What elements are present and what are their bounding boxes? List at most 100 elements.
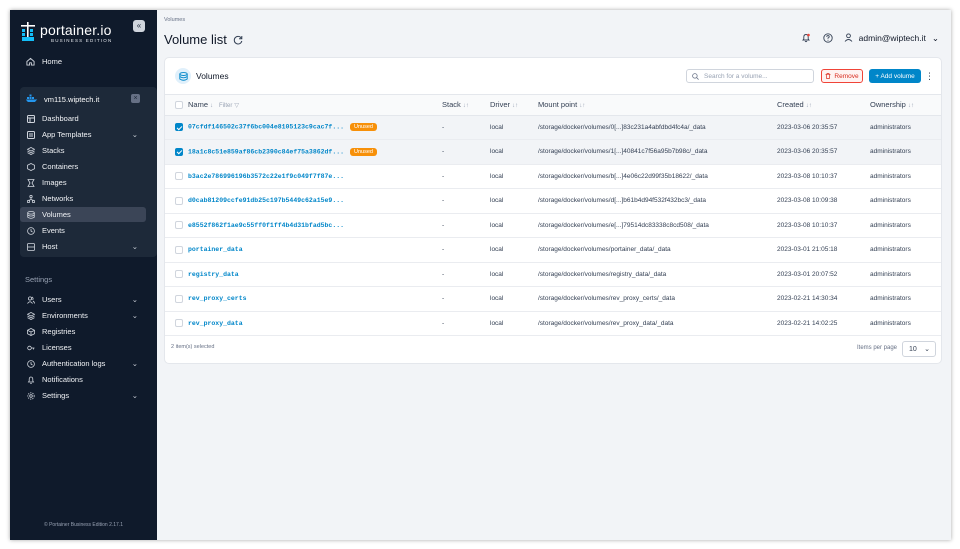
column-stack[interactable]: Stack ↓↑ (442, 95, 490, 116)
sidebar-item-environments[interactable]: Environments ⌄ (20, 308, 146, 323)
nav-home-label: Home (42, 57, 63, 66)
volume-name-link[interactable]: registry_data (188, 271, 239, 278)
selected-count: 2 item(s) selected (171, 344, 215, 350)
volume-name-link[interactable]: portainer_data (188, 246, 243, 253)
stack-cell: - (442, 164, 490, 189)
row-checkbox[interactable] (175, 123, 183, 132)
volume-name-link[interactable]: d0cab81209ccfe91db25c197b5449c62a15e9... (188, 197, 344, 204)
gear-icon (26, 391, 35, 400)
sidebar-item-events[interactable]: Events (20, 223, 146, 238)
sidebar-item-notifications[interactable]: Notifications (20, 372, 146, 387)
close-environment-button[interactable]: × (131, 94, 140, 103)
volume-name-link[interactable]: b3ac2e786996196b3572c22e1f9c049f7f87e... (188, 173, 344, 180)
sidebar-item-settings[interactable]: Settings ⌄ (20, 388, 146, 403)
sidebar-item-auth-logs[interactable]: Authentication logs ⌄ (20, 356, 146, 371)
sidebar-item-networks[interactable]: Networks (20, 191, 146, 206)
table-row[interactable]: d0cab81209ccfe91db25c197b5449c62a15e9...… (165, 188, 941, 214)
sidebar-item-images[interactable]: Images (20, 175, 146, 190)
driver-cell: local (490, 213, 538, 238)
sidebar: portainer.io BUSINESS EDITION « Home vm1… (10, 10, 157, 540)
stacks-icon (26, 146, 35, 155)
remove-button[interactable]: Remove (821, 69, 863, 83)
sidebar-item-label: Environments (42, 311, 88, 320)
sidebar-item-dashboard[interactable]: Dashboard (20, 111, 146, 126)
help-icon[interactable] (822, 32, 834, 44)
column-created-label: Created (777, 100, 804, 110)
table-row[interactable]: rev_proxy_certs - local/storage/docker/vol… (165, 286, 941, 312)
filter-icon[interactable]: ▽ (234, 103, 239, 109)
unused-badge: Unused (350, 123, 377, 132)
row-checkbox[interactable] (175, 319, 183, 328)
row-checkbox[interactable] (175, 294, 183, 303)
volume-name-link[interactable]: e8552f862f1ae9c55ff0f1ff4b4d31bfad5bc... (188, 222, 344, 229)
sidebar-item-app-templates[interactable]: App Templates ⌄ (20, 127, 146, 142)
table-row[interactable]: b3ac2e786996196b3572c22e1f9c049f7f87e...… (165, 164, 941, 189)
add-volume-button[interactable]: + Add volume (869, 69, 921, 83)
sidebar-item-volumes[interactable]: Volumes (20, 207, 146, 222)
search-input[interactable] (704, 72, 804, 80)
filter-label[interactable]: Filter (219, 103, 232, 109)
table-row[interactable]: 18a1c8c51e859af86cb2390c84ef75a3862df...… (165, 139, 941, 165)
driver-cell: local (490, 139, 538, 165)
sidebar-item-label: Notifications (42, 375, 83, 384)
driver-cell: local (490, 237, 538, 263)
row-checkbox[interactable] (175, 221, 183, 230)
ownership-cell: administrators (870, 164, 941, 189)
driver-cell: local (490, 262, 538, 287)
column-driver-label: Driver (490, 100, 510, 110)
row-checkbox[interactable] (175, 270, 183, 279)
items-per-page-value: 10 (909, 345, 917, 353)
sidebar-item-containers[interactable]: Containers (20, 159, 146, 174)
volume-name-link[interactable]: 18a1c8c51e859af86cb2390c84ef75a3862df... (188, 148, 344, 155)
row-checkbox[interactable] (175, 172, 183, 181)
created-cell: 2023-02-21 14:30:34 (777, 286, 870, 312)
table-row[interactable]: 07cfdf146502c37f6bc004e8105123c9cac7f...… (165, 115, 941, 140)
brand[interactable]: portainer.io BUSINESS EDITION (20, 20, 112, 46)
sidebar-item-host[interactable]: Host ⌄ (20, 239, 146, 254)
chevron-down-icon: ⌄ (131, 311, 138, 320)
breadcrumb[interactable]: Volumes (164, 17, 185, 23)
table-row[interactable]: e8552f862f1ae9c55ff0f1ff4b4d31bfad5bc...… (165, 213, 941, 238)
row-checkbox[interactable] (175, 147, 183, 156)
environment-name: vm115.wiptech.it (44, 94, 100, 104)
unused-badge: Unused (350, 147, 377, 156)
sidebar-item-label: Stacks (42, 146, 65, 155)
volume-name-link[interactable]: rev_proxy_certs (188, 295, 247, 302)
refresh-icon[interactable] (233, 35, 243, 45)
user-icon (844, 32, 853, 44)
table-row[interactable]: portainer_data - local/storage/docker/volu… (165, 237, 941, 263)
table-row[interactable]: rev_proxy_data - local/storage/docker/volu… (165, 311, 941, 336)
sidebar-item-label: Registries (42, 327, 76, 336)
volume-name-cell: b3ac2e786996196b3572c22e1f9c049f7f87e... (188, 164, 442, 189)
more-options-icon[interactable]: ⋮ (925, 71, 934, 81)
sidebar-item-registries[interactable]: Registries (20, 324, 146, 339)
ownership-cell: administrators (870, 139, 941, 165)
sidebar-item-stacks[interactable]: Stacks (20, 143, 146, 158)
auth-logs-icon (26, 359, 35, 368)
row-checkbox[interactable] (175, 196, 183, 205)
column-name[interactable]: Name ↓ Filter ▽ (188, 95, 442, 116)
column-driver[interactable]: Driver ↓↑ (490, 95, 538, 116)
notification-bell-icon[interactable] (800, 32, 812, 44)
collapse-sidebar-button[interactable]: « (133, 20, 145, 32)
environments-icon (26, 311, 35, 320)
row-checkbox[interactable] (175, 245, 183, 254)
user-menu[interactable]: admin@wiptech.it ⌄ (844, 33, 939, 44)
sidebar-item-label: Licenses (42, 343, 72, 352)
volume-name-link[interactable]: 07cfdf146502c37f6bc004e8105123c9cac7f... (188, 124, 344, 131)
search-box[interactable] (686, 69, 814, 83)
select-all-checkbox[interactable] (175, 101, 183, 110)
table-row[interactable]: registry_data - local/storage/docker/volum… (165, 262, 941, 287)
sidebar-item-licenses[interactable]: Licenses (20, 340, 146, 355)
column-ownership[interactable]: Ownership ↓↑ (870, 95, 941, 116)
volume-name-link[interactable]: rev_proxy_data (188, 320, 243, 327)
column-mount-point[interactable]: Mount point ↓↑ (538, 95, 777, 116)
sidebar-item-label: Authentication logs (42, 359, 106, 368)
ownership-cell: administrators (870, 188, 941, 214)
column-created[interactable]: Created ↓↑ (777, 95, 870, 116)
sidebar-item-users[interactable]: Users ⌄ (20, 292, 146, 307)
items-per-page-select[interactable]: 10 ⌄ (902, 341, 936, 357)
nav-home[interactable]: Home (20, 54, 146, 69)
volumes-icon (26, 210, 35, 219)
sidebar-item-label: Events (42, 226, 65, 235)
